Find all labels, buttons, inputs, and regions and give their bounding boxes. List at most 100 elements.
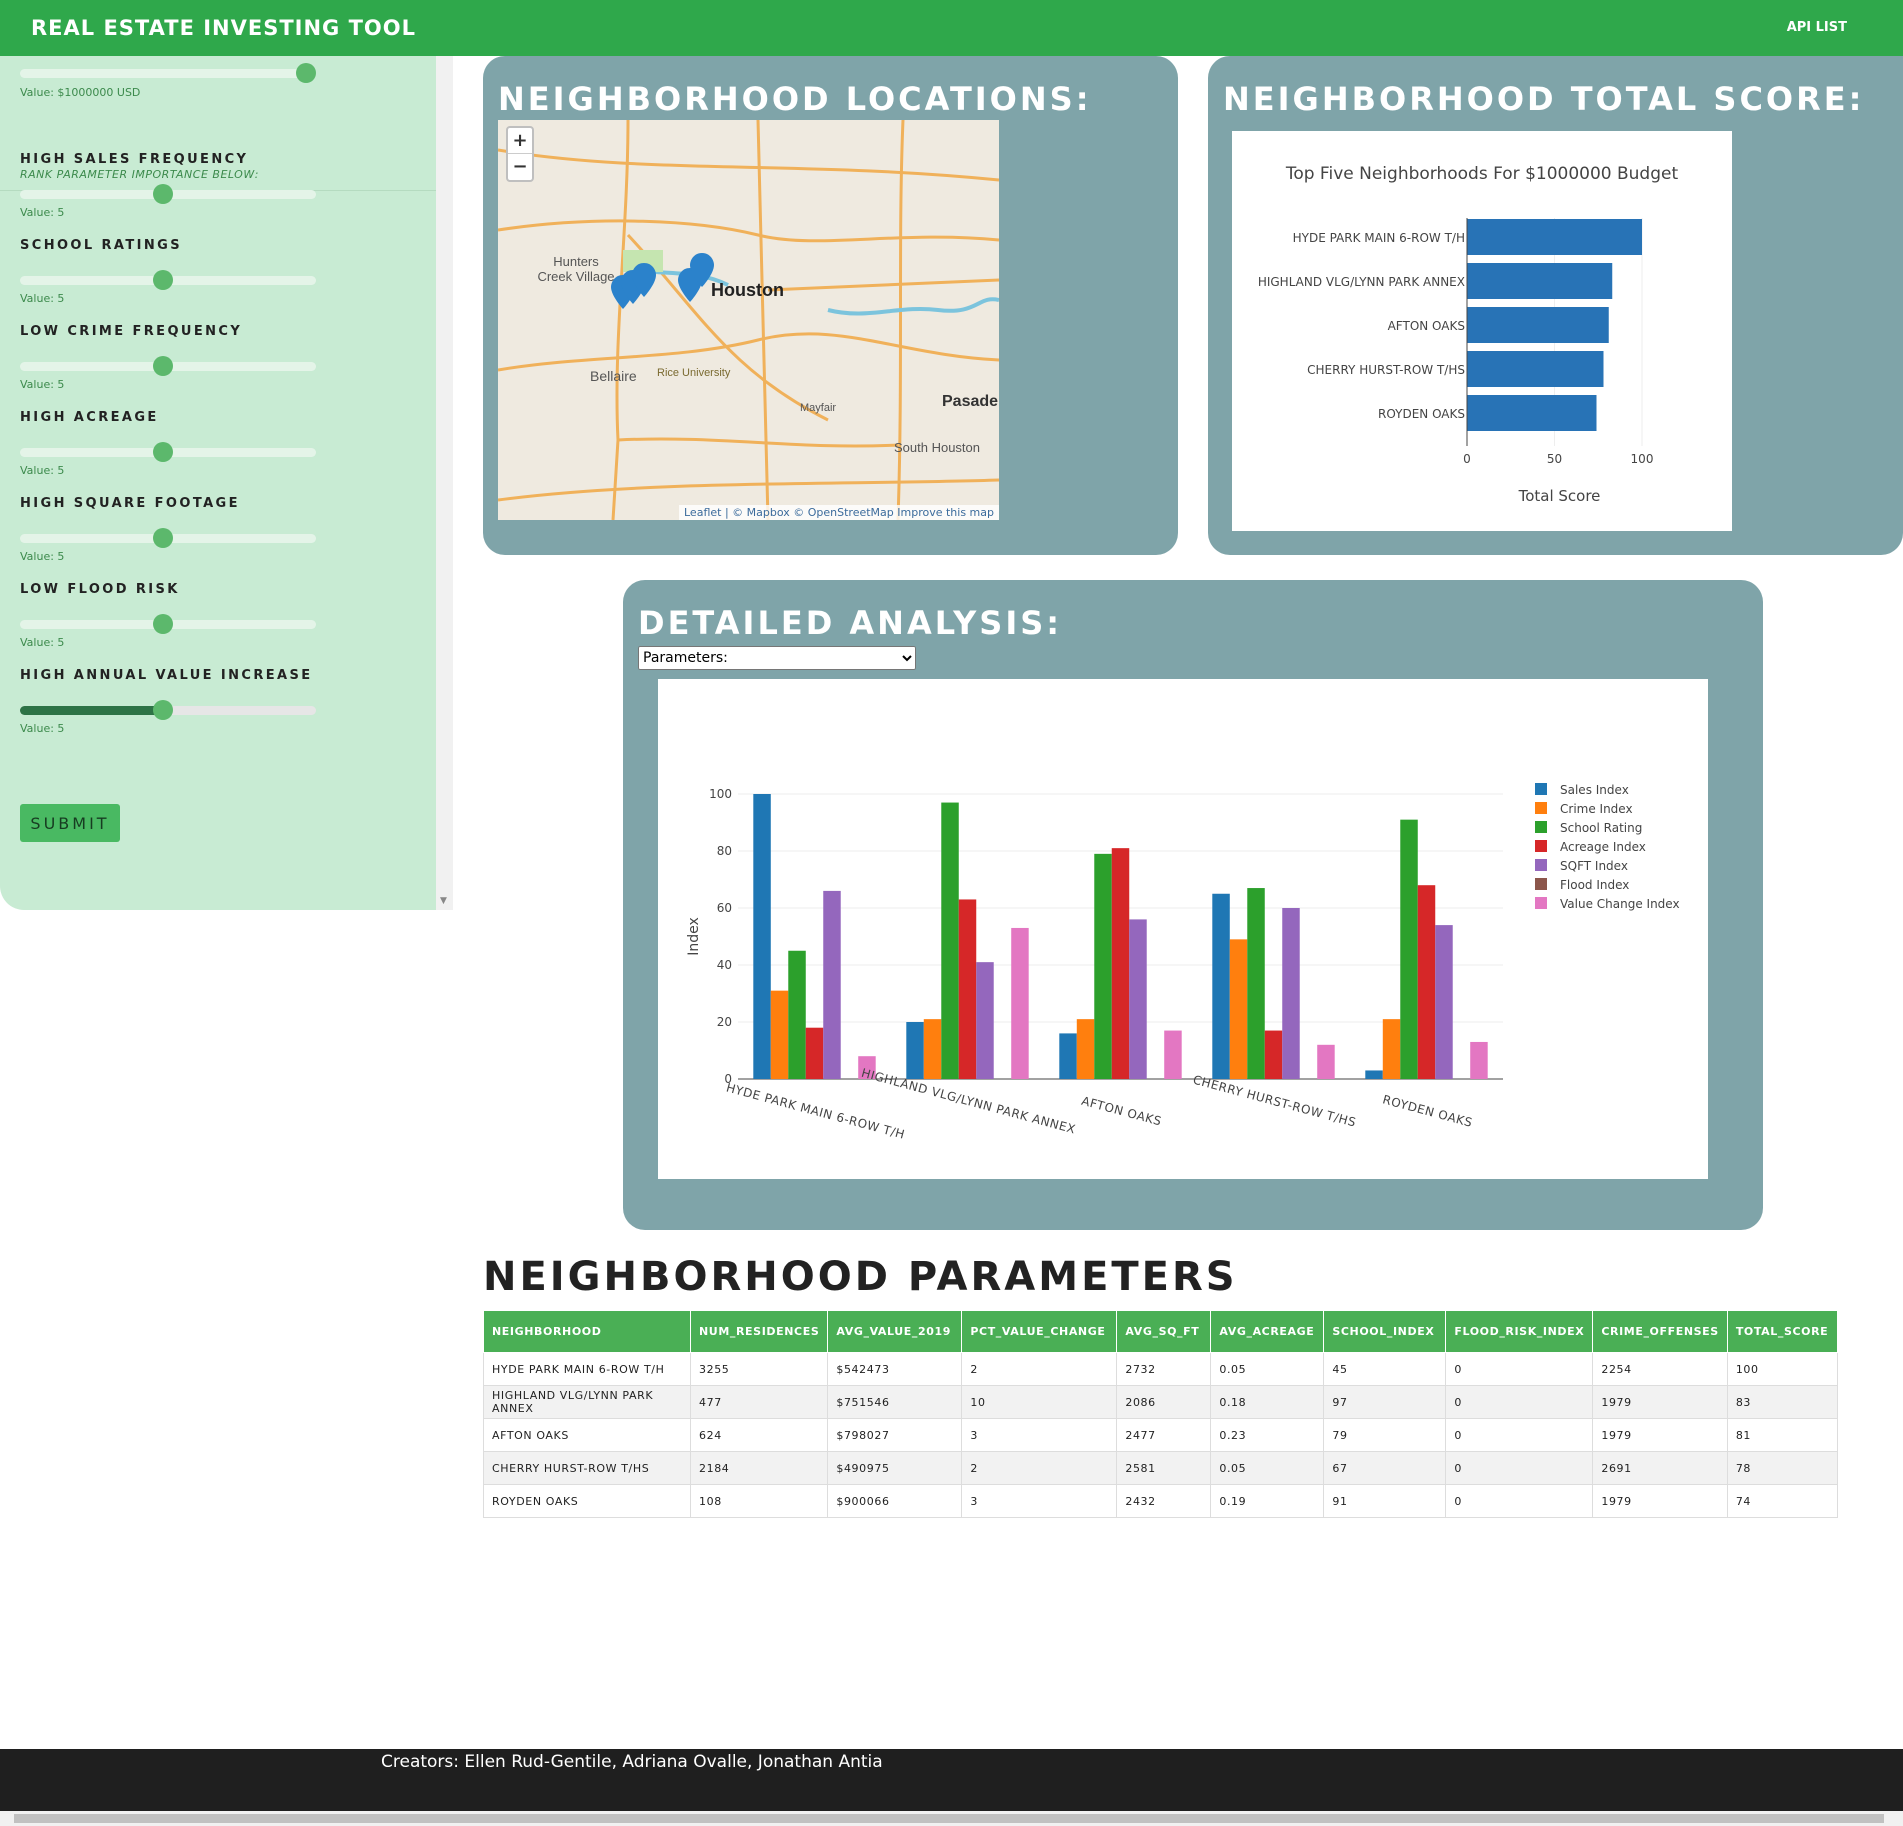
slider-thumb[interactable]	[153, 184, 173, 204]
slider-sqft[interactable]	[20, 528, 316, 548]
legend-swatch	[1535, 783, 1547, 795]
table-header-cell: TOTAL_SCORE	[1726, 1310, 1838, 1353]
bar	[823, 890, 841, 1079]
bar	[770, 990, 789, 1079]
total-score-chart: Top Five Neighborhoods For $1000000 Budg…	[1232, 131, 1732, 531]
slider-thumb[interactable]	[153, 700, 173, 720]
slider-thumb[interactable]	[153, 528, 173, 548]
table-cell: 1979	[1592, 1484, 1728, 1518]
slider-thumb[interactable]	[153, 442, 173, 462]
table-cell: 81	[1726, 1418, 1838, 1452]
table-cell: $900066	[827, 1484, 963, 1518]
table-cell: 10	[961, 1385, 1118, 1419]
table-header-cell: PCT_VALUE_CHANGE	[961, 1310, 1118, 1353]
detail-panel: DETAILED ANALYSIS: Parameters: 0 20 40 60 80…	[623, 580, 1763, 1230]
bar	[1111, 848, 1130, 1079]
slider-thumb[interactable]	[153, 356, 173, 376]
slider-value-crime: Value: 5	[20, 378, 65, 391]
table-row: ROYDEN OAKS 108 $900066 3 2432 0.19 91 0 1979 74	[483, 1484, 1838, 1518]
navbar: REAL ESTATE INVESTING TOOL API LIST	[0, 0, 1903, 56]
score-panel: NEIGHBORHOOD TOTAL SCORE: Top Five Neigh…	[1208, 56, 1903, 555]
table-cell: 1979	[1592, 1418, 1728, 1452]
score-bar	[1467, 351, 1604, 387]
table-header-cell: AVG_ACREAGE	[1210, 1310, 1325, 1353]
map-tiles	[498, 120, 999, 520]
table-header-cell: AVG_VALUE_2019	[827, 1310, 963, 1353]
x-tick-label: CHERRY HURST-ROW T/HS	[1191, 1073, 1357, 1130]
slider-value-increase[interactable]	[20, 700, 316, 720]
zoom-out-button[interactable]: −	[508, 154, 532, 180]
category-label: HYDE PARK MAIN 6-ROW T/H	[1293, 231, 1465, 245]
slider-crime[interactable]	[20, 356, 316, 376]
legend-swatch	[1535, 859, 1547, 871]
table-cell: 3	[961, 1484, 1118, 1518]
legend-label: School Rating	[1560, 821, 1642, 835]
bar	[976, 962, 994, 1079]
legend-swatch	[1535, 840, 1547, 852]
x-tick-label: HYDE PARK MAIN 6-ROW T/H	[725, 1081, 907, 1142]
horizontal-scrollbar[interactable]	[0, 1811, 1903, 1826]
legend-label: Sales Index	[1560, 783, 1629, 797]
legend-label: SQFT Index	[1560, 859, 1628, 873]
slider-thumb[interactable]	[153, 270, 173, 290]
table-cell: 2581	[1116, 1451, 1212, 1485]
table-header-cell: FLOOD_RISK_INDEX	[1445, 1310, 1594, 1353]
bar	[958, 899, 977, 1079]
footer: Creators: Ellen Rud-Gentile, Adriana Ova…	[0, 1749, 1903, 1811]
y-tick-label: 40	[717, 958, 732, 972]
slider-value-acreage: Value: 5	[20, 464, 65, 477]
category-label: ROYDEN OAKS	[1378, 407, 1465, 421]
neighborhood-map[interactable]: Hunters Creek Village Houston Bellaire R…	[498, 120, 999, 520]
table-cell: 0	[1445, 1451, 1594, 1485]
table-cell: HIGHLAND VLG/LYNN PARK ANNEX	[483, 1385, 691, 1419]
slider-flood[interactable]	[20, 614, 316, 634]
parameters-select[interactable]: Parameters:	[638, 646, 916, 670]
bar	[1417, 885, 1436, 1079]
slider-school[interactable]	[20, 270, 316, 290]
score-bar	[1467, 263, 1613, 299]
map-panel-title: NEIGHBORHOOD LOCATIONS:	[498, 80, 1092, 118]
app-brand[interactable]: REAL ESTATE INVESTING TOOL	[31, 16, 416, 40]
slider-thumb[interactable]	[153, 614, 173, 634]
bar	[1282, 908, 1300, 1079]
map-panel: NEIGHBORHOOD LOCATIONS: Hunters Creek Vi…	[483, 56, 1178, 555]
category-label: AFTON OAKS	[1388, 319, 1465, 333]
table-title: NEIGHBORHOOD PARAMETERS	[483, 1254, 1238, 1300]
sidebar-scrollbar[interactable]: ▼	[436, 56, 453, 910]
table-cell: 67	[1323, 1451, 1447, 1485]
slider-sales[interactable]	[20, 184, 316, 204]
table-cell: 0.05	[1210, 1451, 1325, 1485]
total-score-svg: Top Five Neighborhoods For $1000000 Budg…	[1258, 164, 1679, 505]
zoom-in-button[interactable]: +	[508, 128, 532, 154]
bar	[1059, 1033, 1077, 1079]
map-attribution[interactable]: Leaflet | © Mapbox © OpenStreetMap Impro…	[679, 505, 999, 520]
table-cell: 0	[1445, 1484, 1594, 1518]
table-row: HIGHLAND VLG/LYNN PARK ANNEX 477 $751546 10…	[483, 1385, 1838, 1419]
api-list-link[interactable]: API LIST	[1787, 20, 1847, 35]
bar	[1264, 1030, 1283, 1079]
scrollbar-thumb[interactable]	[14, 1814, 1884, 1823]
bar	[1247, 888, 1265, 1079]
table-cell: $798027	[827, 1418, 963, 1452]
table-cell: 79	[1323, 1418, 1447, 1452]
slider-value-sales: Value: 5	[20, 206, 65, 219]
slider-fill	[20, 706, 168, 715]
table-cell: HYDE PARK MAIN 6-ROW T/H	[483, 1352, 691, 1386]
submit-button[interactable]: SUBMIT	[20, 804, 120, 842]
slider-acreage[interactable]	[20, 442, 316, 462]
y-axis-title: Index	[686, 917, 702, 956]
budget-slider[interactable]	[20, 63, 316, 83]
bar	[1094, 853, 1112, 1079]
slider-label-crime: LOW CRIME FREQUENCY	[20, 324, 243, 339]
bar	[1365, 1070, 1383, 1079]
map-label: Bellaire	[590, 368, 637, 384]
bar	[1382, 1019, 1401, 1079]
map-roads	[498, 120, 999, 520]
slider-value-school: Value: 5	[20, 292, 65, 305]
budget-slider-thumb[interactable]	[296, 63, 316, 83]
scroll-down-icon[interactable]: ▼	[440, 896, 447, 906]
table-cell: 0.18	[1210, 1385, 1325, 1419]
zoom-control: + −	[506, 126, 534, 182]
slider-value-value-increase: Value: 5	[20, 722, 65, 735]
bar	[805, 1027, 824, 1079]
